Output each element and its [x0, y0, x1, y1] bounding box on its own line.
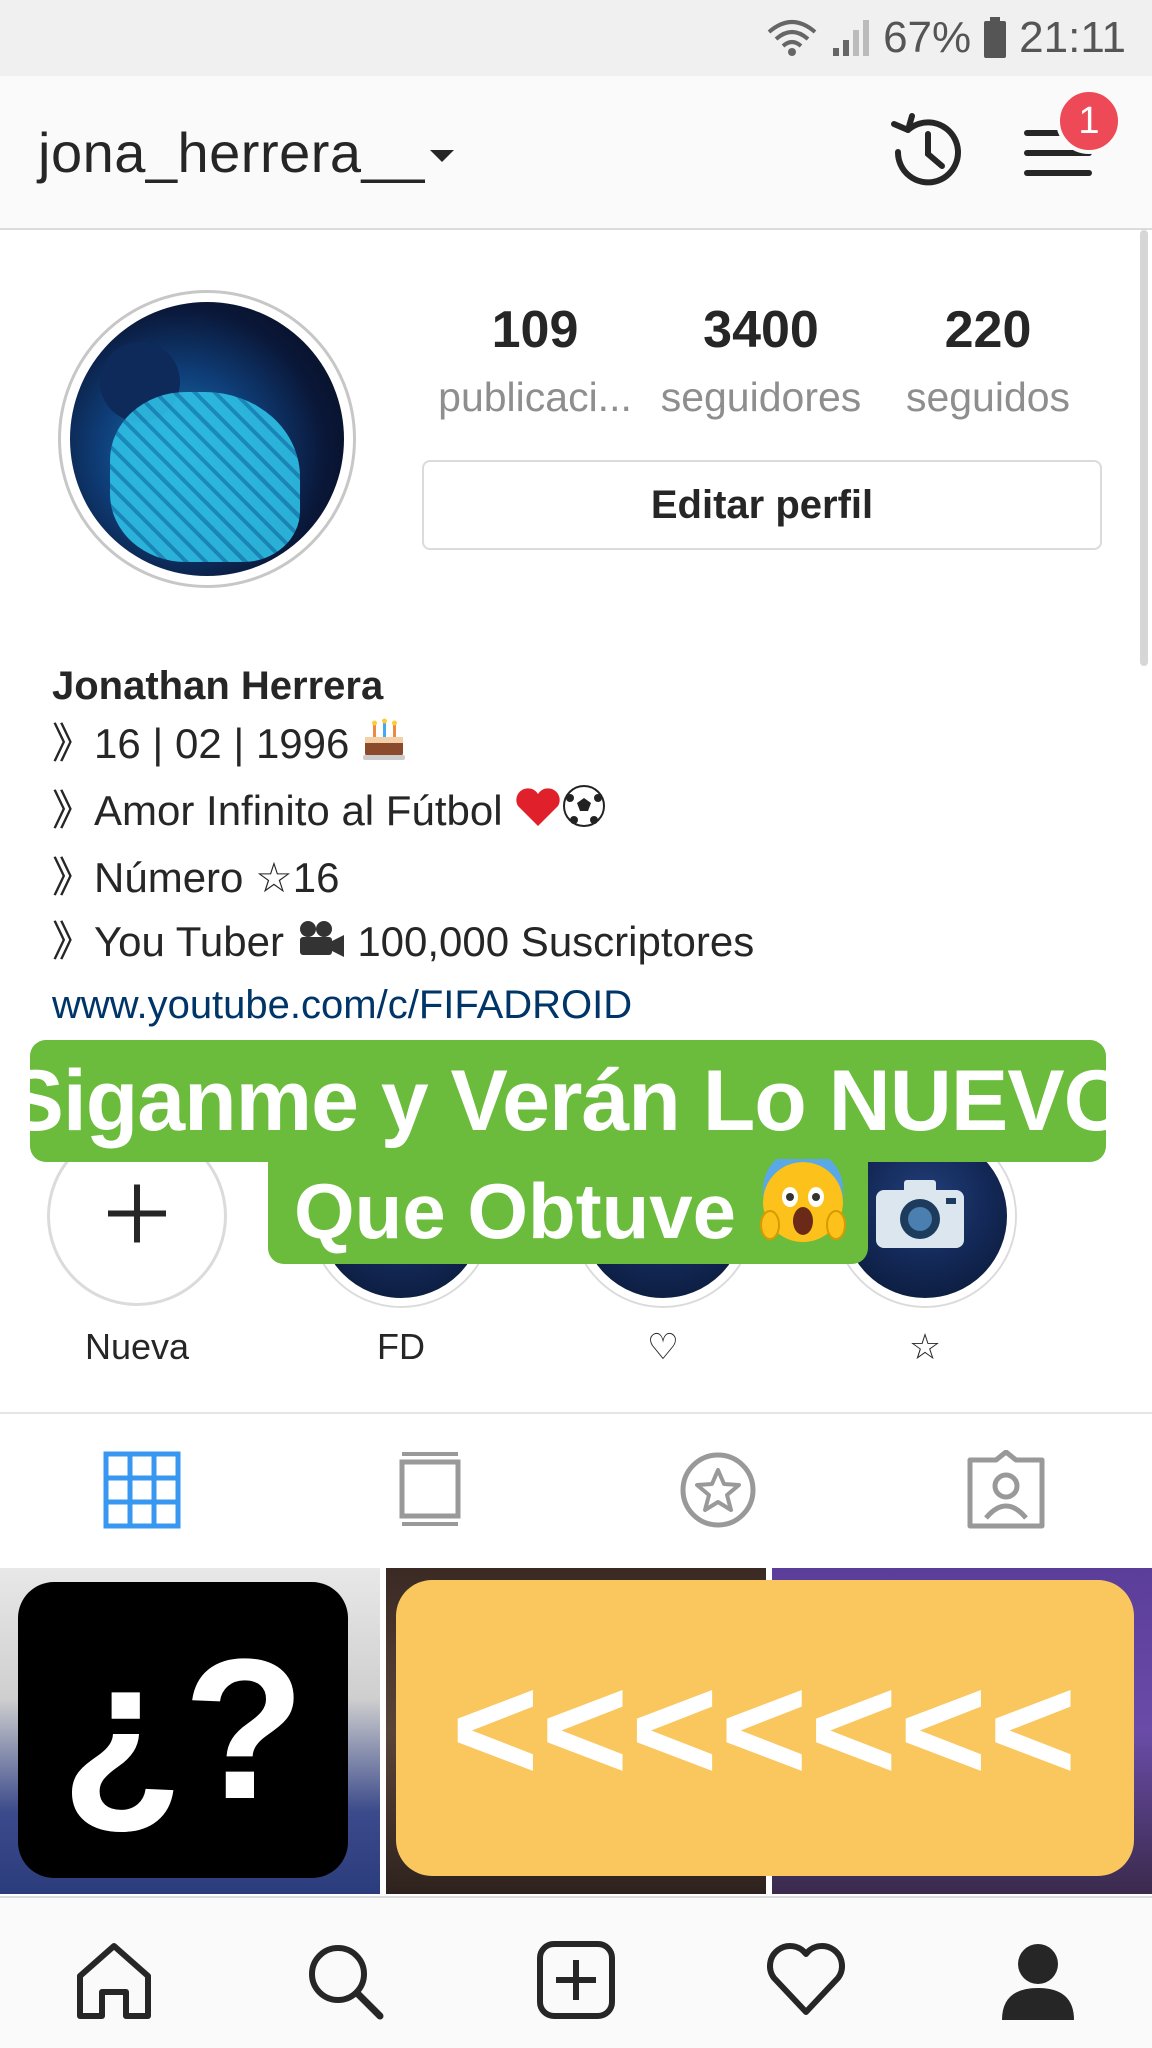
wifi-icon [765, 18, 819, 58]
plus-icon [106, 1183, 168, 1250]
stat-following[interactable]: 220 seguidos [884, 300, 1092, 421]
stat-posts[interactable]: 109 publicaci... [420, 300, 650, 421]
history-icon[interactable] [884, 110, 968, 194]
stat-followers[interactable]: 3400 seguidores [650, 300, 872, 421]
home-icon[interactable] [72, 1938, 156, 2022]
battery-icon [983, 17, 1007, 59]
overlay-banner-line1: Siganme y Verán Lo NUEVO [6, 1040, 1131, 1162]
bio-birthday-text: 16 | 02 | 1996 [94, 720, 350, 767]
account-switcher-username[interactable]: jona_herrera__ [38, 120, 425, 185]
bio-line-youtuber: 》You Tuber 100,000 Suscriptores [52, 910, 1112, 977]
profile-icon[interactable] [996, 1938, 1080, 2022]
birthday-cake-icon [361, 715, 407, 779]
overlay-banner-line2-text: Que Obtuve [294, 1166, 737, 1255]
grid-icon[interactable] [102, 1450, 182, 1530]
status-indicators: 67% 21:11 [765, 10, 1126, 66]
overlay-banner-line2: Que Obtuve [268, 1148, 868, 1264]
bio-number-text: Número ☆16 [94, 853, 340, 901]
stat-followers-value: 3400 [703, 301, 819, 359]
tabs-divider [0, 1412, 1152, 1414]
stat-posts-value: 109 [491, 301, 579, 359]
stat-following-value: 220 [944, 301, 1032, 359]
edit-profile-button[interactable]: Editar perfil [422, 460, 1102, 550]
highlight-heart-label: ♡ [646, 1326, 680, 1367]
double-arrow-icon: 》 [52, 852, 95, 902]
heart-icon [514, 782, 562, 846]
highlight-new[interactable]: Nueva [42, 1126, 232, 1368]
highlight-fd-label: FD [377, 1326, 425, 1367]
question-overlay: ¿? [18, 1582, 348, 1878]
bio-football-text: Amor Infinito al Fútbol [94, 786, 503, 834]
status-bar: 67% 21:11 [0, 0, 1152, 76]
chevron-down-icon[interactable] [428, 148, 456, 169]
double-arrow-icon: 》 [52, 916, 95, 966]
highlight-star-label: ☆ [908, 1326, 942, 1367]
camera-icon [874, 1178, 966, 1255]
double-arrow-icon: 》 [52, 719, 95, 768]
bio-website-link[interactable]: www.youtube.com/c/FIFADROID [52, 977, 1112, 1033]
full-name: Jonathan Herrera [52, 664, 384, 708]
scrollbar[interactable] [1140, 230, 1148, 666]
saved-icon[interactable] [678, 1450, 758, 1530]
search-icon[interactable] [302, 1938, 386, 2022]
bio-line-football: 》Amor Infinito al Fútbol [52, 779, 1112, 846]
double-arrow-icon: 》 [52, 785, 95, 835]
movie-camera-icon [296, 913, 346, 977]
highlight-new-label: Nueva [84, 1326, 190, 1367]
heart-icon[interactable] [764, 1938, 848, 2022]
stat-followers-label: seguidores [660, 374, 862, 420]
arrows-overlay: <<<<<<< [396, 1580, 1134, 1876]
bio: Jonathan Herrera 》16 | 02 | 1996 》Amor I… [52, 660, 1112, 1033]
stat-posts-label: publicaci... [438, 374, 632, 420]
soccer-ball-icon [562, 782, 606, 846]
clock: 21:11 [1019, 13, 1126, 62]
tagged-icon[interactable] [966, 1449, 1046, 1530]
avatar[interactable] [70, 302, 344, 576]
bio-subscribers-text: 100,000 Suscriptores [357, 917, 755, 965]
feed-icon[interactable] [390, 1450, 470, 1530]
add-icon[interactable] [534, 1938, 618, 2022]
stat-following-label: seguidos [905, 374, 1071, 420]
bio-youtuber-text: You Tuber [94, 917, 284, 965]
notification-badge: 1 [1056, 88, 1122, 154]
bio-line-birthday: 》16 | 02 | 1996 [52, 712, 1112, 779]
bottom-navigation [0, 1896, 1152, 2048]
signal-icon [831, 18, 871, 58]
profile-header: jona_herrera__ 1 [0, 76, 1152, 230]
screaming-face-icon [760, 1148, 847, 1264]
battery-percent: 67% [883, 13, 972, 62]
bio-line-number: 》Número ☆16 [52, 846, 1112, 910]
avatar-photo-shirt [110, 392, 300, 562]
